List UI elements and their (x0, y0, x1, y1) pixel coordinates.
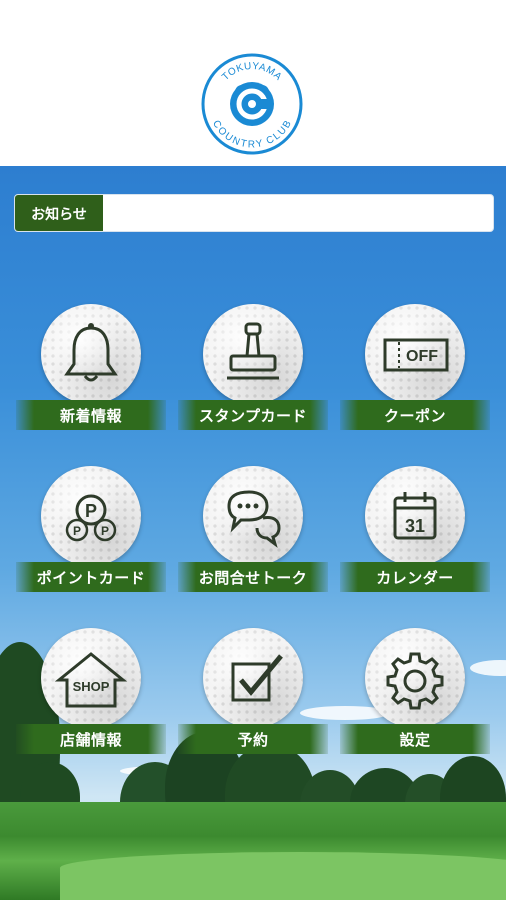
golf-ball (365, 628, 465, 728)
menu-label: カレンダー (340, 562, 490, 592)
menu-label: お問合せトーク (178, 562, 328, 592)
golf-ball: SHOP (41, 628, 141, 728)
menu-point-card-button[interactable]: P P P ポイントカード (16, 466, 166, 596)
calendar-icon: 31 (393, 492, 437, 540)
menu-label: 設定 (340, 724, 490, 754)
menu-label: スタンプカード (178, 400, 328, 430)
app-header: TOKUYAMA COUNTRY CLUB (0, 0, 506, 166)
menu-shop-info-button[interactable]: SHOP 店舗情報 (16, 628, 166, 758)
svg-text:P: P (85, 501, 97, 521)
menu-reservation-button[interactable]: 予約 (178, 628, 328, 758)
menu-settings-button[interactable]: 設定 (340, 628, 490, 758)
checkbox-icon (231, 654, 283, 702)
menu-inquiry-talk-button[interactable]: お問合せトーク (178, 466, 328, 596)
svg-text:P: P (73, 524, 81, 538)
golf-ball: OFF (365, 304, 465, 404)
menu-news-button[interactable]: 新着情報 (16, 304, 166, 434)
menu-label: 新着情報 (16, 400, 166, 430)
svg-text:SHOP: SHOP (73, 679, 110, 694)
golf-ball: P P P (41, 466, 141, 566)
bell-icon (64, 323, 118, 382)
menu-label: クーポン (340, 400, 490, 430)
svg-text:31: 31 (405, 516, 425, 536)
golf-ball (203, 304, 303, 404)
gear-icon (386, 652, 444, 710)
news-bar[interactable]: お知らせ (14, 194, 494, 232)
stamp-icon (227, 322, 279, 380)
menu-label: 店舗情報 (16, 724, 166, 754)
golf-ball (203, 628, 303, 728)
menu-calendar-button[interactable]: 31 カレンダー (340, 466, 490, 596)
menu-label: 予約 (178, 724, 328, 754)
shop-icon: SHOP (54, 652, 128, 708)
svg-text:OFF: OFF (406, 348, 438, 365)
menu-stamp-card-button[interactable]: スタンプカード (178, 304, 328, 434)
chat-icon (227, 490, 281, 548)
menu-label: ポイントカード (16, 562, 166, 592)
golf-ball: 31 (365, 466, 465, 566)
points-icon: P P P (65, 494, 117, 542)
news-label: お知らせ (15, 195, 103, 231)
coupon-icon: OFF (383, 338, 449, 372)
news-ticker[interactable] (103, 195, 493, 231)
golf-ball (203, 466, 303, 566)
menu-coupon-button[interactable]: OFF クーポン (340, 304, 490, 434)
tokuyama-logo: TOKUYAMA COUNTRY CLUB (201, 53, 303, 155)
golf-ball (41, 304, 141, 404)
svg-text:P: P (101, 524, 109, 538)
